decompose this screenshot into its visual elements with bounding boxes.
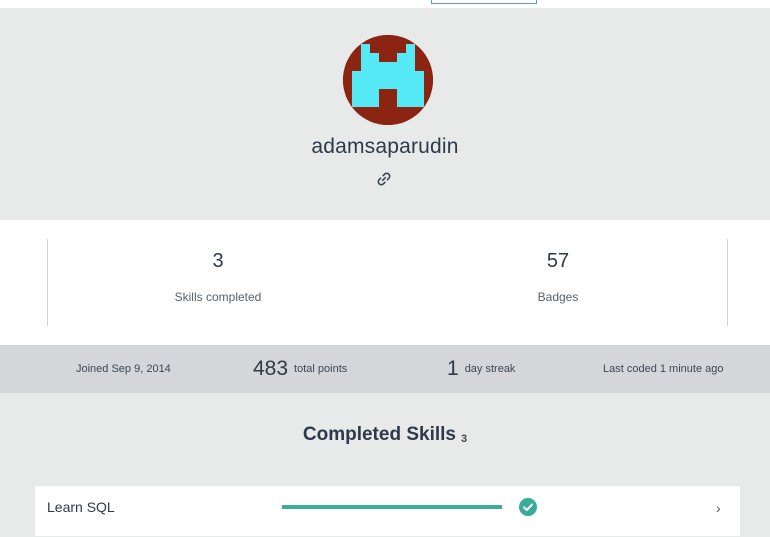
skill-progress-fill (282, 505, 502, 509)
skill-name: Learn SQL (47, 499, 115, 515)
username: adamsaparudin (311, 135, 459, 158)
joined-text: Joined Sep 9, 2014 (76, 363, 171, 375)
last-coded: Last coded 1 minute ago (603, 345, 723, 393)
profile-header: adamsaparudin (0, 8, 770, 220)
chevron-right-icon[interactable]: › (716, 500, 721, 516)
stat-badges[interactable]: 57 Badges (458, 250, 658, 304)
avatar (343, 35, 433, 125)
last-coded-text: Last coded 1 minute ago (603, 363, 724, 375)
divider (727, 239, 728, 326)
points-label: total points (294, 363, 348, 375)
points-value: 483 (253, 357, 289, 380)
divider (47, 239, 48, 326)
streak-value: 1 (447, 357, 459, 380)
link-icon[interactable] (377, 172, 391, 186)
top-nav-bar (0, 0, 770, 8)
check-circle-icon (519, 498, 537, 516)
joined-date: Joined Sep 9, 2014 (76, 345, 171, 393)
day-streak: 1 day streak (447, 345, 515, 393)
completed-skills-count: 3 (460, 433, 468, 445)
stats-card: 3 Skills completed 57 Badges (0, 220, 770, 345)
completed-skills-title: Completed Skills (302, 424, 456, 445)
stat-value: 3 (212, 250, 224, 272)
total-points: 483 total points (253, 345, 347, 393)
skill-row-learn-sql[interactable]: Learn SQL › (35, 486, 740, 536)
completed-skills-heading: Completed Skills 3 (0, 424, 770, 446)
profile-info-bar: Joined Sep 9, 2014 483 total points 1 da… (0, 345, 770, 393)
stat-label: Skills completed (174, 290, 262, 304)
stat-value: 57 (546, 250, 570, 272)
identicon-icon (343, 35, 433, 125)
streak-label: day streak (464, 363, 516, 375)
stat-label: Badges (537, 290, 579, 304)
stat-skills-completed[interactable]: 3 Skills completed (118, 250, 318, 304)
nav-tab-active[interactable] (431, 0, 537, 4)
skill-progress-bar (282, 505, 502, 509)
